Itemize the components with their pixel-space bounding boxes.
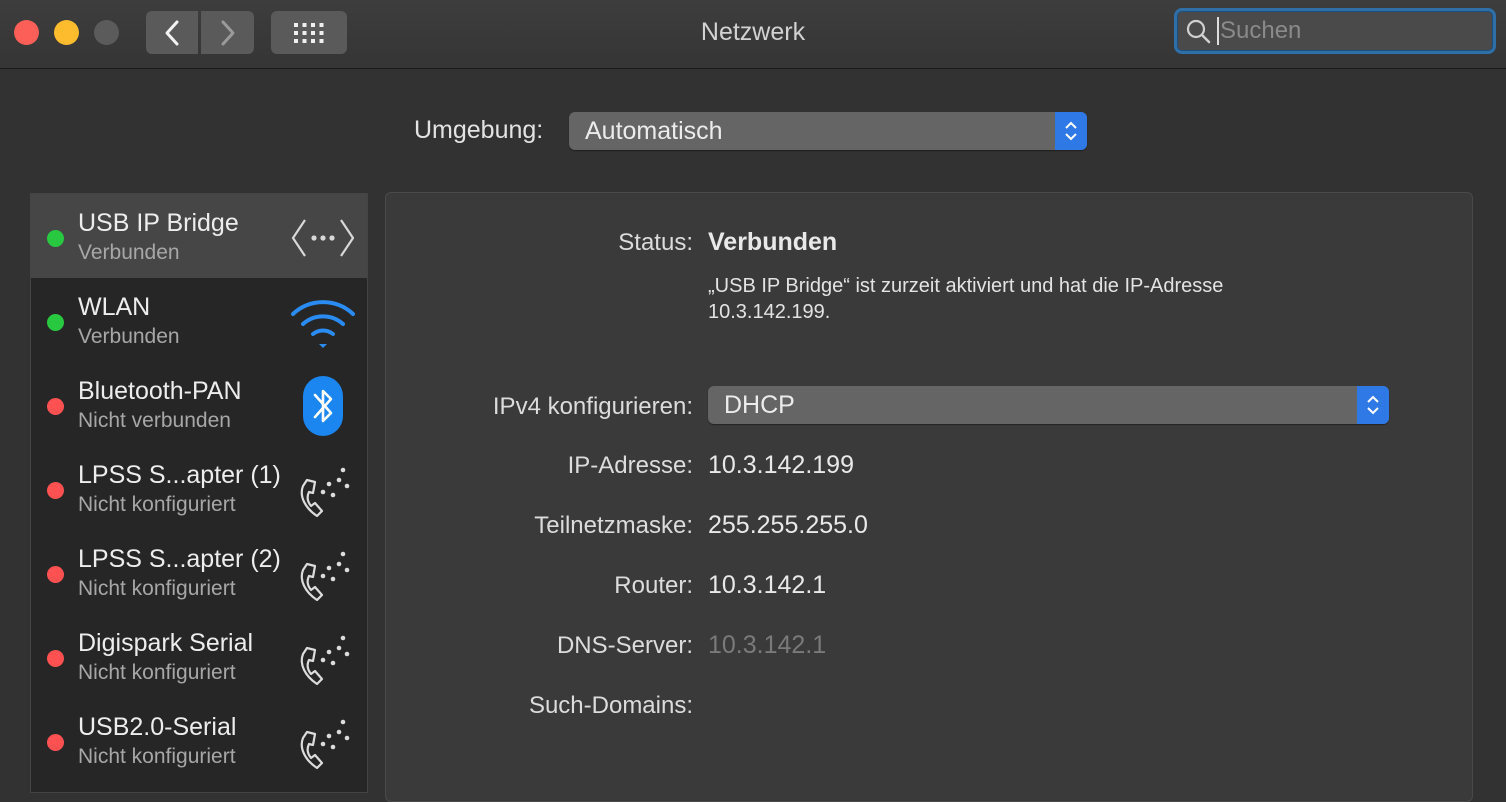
modem-phone-icon — [300, 467, 350, 518]
ipv4-config-label: IPv4 konfigurieren: — [492, 393, 693, 420]
service-item-digispark-serial[interactable]: Digispark Serial Nicht konfiguriert — [31, 614, 367, 698]
status-dot — [47, 650, 64, 667]
service-name: Bluetooth-PAN — [78, 377, 242, 405]
status-dot — [47, 230, 64, 247]
location-label: Umgebung: — [414, 116, 544, 144]
router-label: Router: — [614, 572, 693, 599]
dns-server-label: DNS-Server: — [556, 632, 693, 659]
modem-phone-icon — [300, 551, 350, 602]
search-field[interactable] — [1174, 8, 1496, 54]
search-domains-label: Such-Domains: — [528, 692, 693, 719]
location-popup[interactable]: Automatisch — [569, 112, 1087, 150]
status-description: „USB IP Bridge“ ist zurzeit aktiviert un… — [708, 275, 1224, 323]
ip-address-label: IP-Adresse: — [567, 452, 693, 479]
service-name: LPSS S...apter (2) — [78, 545, 281, 573]
search-input[interactable] — [1217, 17, 1490, 45]
status-value: Verbunden — [708, 228, 838, 256]
service-item-lpss-1[interactable]: LPSS S...apter (1) Nicht konfiguriert — [31, 446, 367, 530]
service-item-wlan[interactable]: WLAN Verbunden — [31, 278, 367, 362]
status-dot — [47, 482, 64, 499]
ipv4-config-value: DHCP — [724, 390, 795, 419]
status-dot — [47, 734, 64, 751]
status-dot — [47, 314, 64, 331]
service-status: Nicht konfiguriert — [78, 745, 236, 768]
service-item-lpss-2[interactable]: LPSS S...apter (2) Nicht konfiguriert — [31, 530, 367, 614]
subnet-mask-value: 255.255.255.0 — [708, 511, 868, 539]
service-item-usb2-serial[interactable]: USB2.0-Serial Nicht konfiguriert — [31, 698, 367, 782]
service-status: Nicht konfiguriert — [78, 493, 236, 516]
bluetooth-icon — [303, 376, 343, 436]
service-name: LPSS S...apter (1) — [78, 461, 281, 489]
service-status: Verbunden — [78, 241, 180, 264]
status-dot — [47, 566, 64, 583]
status-dot — [47, 398, 64, 415]
service-status: Nicht konfiguriert — [78, 577, 236, 600]
ipv4-config-popup[interactable]: DHCP — [708, 386, 1389, 424]
ethernet-bridge-icon — [291, 219, 355, 257]
wifi-icon — [291, 300, 355, 348]
service-status: Nicht verbunden — [78, 409, 231, 432]
service-name: WLAN — [78, 293, 151, 321]
modem-phone-icon — [300, 635, 350, 686]
service-status: Verbunden — [78, 325, 180, 348]
search-icon — [1186, 19, 1211, 44]
location-value: Automatisch — [585, 116, 723, 145]
service-name: USB2.0-Serial — [78, 713, 237, 741]
modem-phone-icon — [300, 719, 350, 770]
ip-address-value: 10.3.142.199 — [708, 451, 854, 479]
status-label: Status: — [618, 229, 693, 256]
service-item-bluetooth-pan[interactable]: Bluetooth-PAN Nicht verbunden — [31, 362, 367, 446]
service-name: Digispark Serial — [78, 629, 254, 657]
title-bar: Netzwerk — [0, 0, 1506, 69]
popup-arrows-icon — [1055, 112, 1087, 150]
router-value: 10.3.142.1 — [708, 571, 827, 599]
service-list[interactable]: USB IP Bridge Verbunden WLAN Verbunden B… — [30, 193, 368, 793]
dns-server-value: 10.3.142.1 — [708, 631, 827, 659]
popup-arrows-icon — [1357, 386, 1389, 424]
service-item-usb-ip-bridge[interactable]: USB IP Bridge Verbunden — [31, 194, 367, 278]
subnet-mask-label: Teilnetzmaske: — [534, 512, 693, 539]
service-name: USB IP Bridge — [78, 209, 239, 237]
service-status: Nicht konfiguriert — [78, 661, 236, 684]
